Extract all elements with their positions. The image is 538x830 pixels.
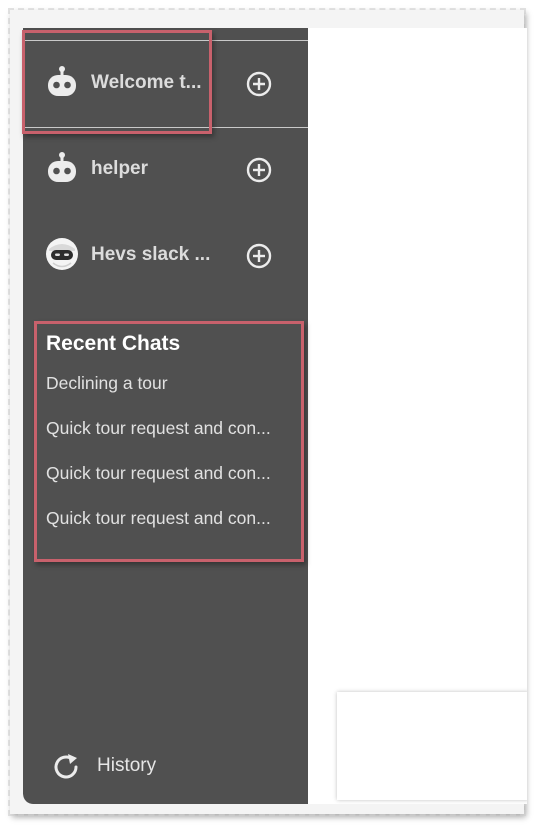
recent-chat-item[interactable]: Quick tour request and con...	[46, 507, 284, 552]
recent-chats-title: Recent Chats	[46, 332, 181, 355]
agent-item-hevs-slack[interactable]: Hevs slack ...	[23, 220, 308, 292]
agent-item-helper[interactable]: helper	[23, 134, 308, 206]
robot-icon	[45, 65, 79, 99]
agent-name: Hevs slack ...	[91, 244, 211, 265]
recent-chat-item[interactable]: Quick tour request and con...	[46, 462, 284, 507]
divider	[23, 40, 308, 41]
sidebar: Welcome t... helper Hevs slack ... Recen…	[23, 28, 308, 804]
robot-icon	[45, 151, 79, 185]
add-circle-icon[interactable]	[246, 157, 272, 183]
agent-name: helper	[91, 158, 149, 179]
add-circle-icon[interactable]	[246, 243, 272, 269]
agent-item-welcome[interactable]: Welcome t...	[23, 48, 308, 128]
refresh-icon	[51, 752, 83, 782]
recent-chat-item[interactable]: Quick tour request and con...	[46, 417, 284, 462]
main-panel	[308, 28, 527, 804]
message-input-area[interactable]	[337, 692, 527, 800]
add-circle-icon[interactable]	[246, 71, 272, 97]
agent-name: Welcome t...	[91, 72, 202, 93]
recent-chats-section: Recent Chats Declining a tour Quick tour…	[46, 332, 296, 552]
history-label: History	[97, 755, 157, 776]
recent-chat-item[interactable]: Declining a tour	[46, 372, 284, 417]
masked-avatar-icon	[45, 237, 79, 271]
history-button[interactable]: History	[51, 750, 201, 782]
app-window: Welcome t... helper Hevs slack ... Recen…	[23, 28, 527, 804]
